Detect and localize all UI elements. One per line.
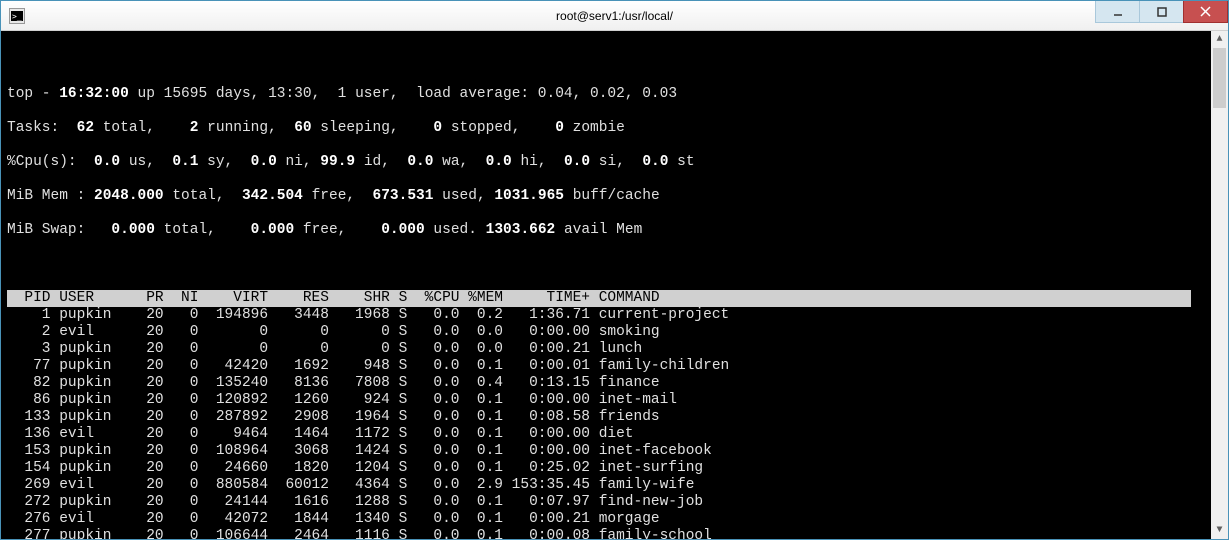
process-table-body: 1 pupkin 20 0 194896 3448 1968 S 0.0 0.2…	[7, 307, 1210, 539]
process-row: 2 evil 20 0 0 0 0 S 0.0 0.0 0:00.00 smok…	[7, 324, 1210, 341]
window-controls	[1096, 1, 1228, 30]
process-row: 136 evil 20 0 9464 1464 1172 S 0.0 0.1 0…	[7, 426, 1210, 443]
process-row: 133 pupkin 20 0 287892 2908 1964 S 0.0 0…	[7, 409, 1210, 426]
scroll-track[interactable]	[1211, 48, 1228, 522]
maximize-icon	[1157, 7, 1167, 17]
minimize-button[interactable]	[1095, 1, 1140, 23]
process-table-header: PID USER PR NI VIRT RES SHR S %CPU %MEM …	[7, 290, 1191, 307]
maximize-button[interactable]	[1139, 1, 1184, 23]
scrollbar[interactable]: ▲ ▼	[1211, 31, 1228, 539]
summary-line-5: MiB Swap: 0.000 total, 0.000 free, 0.000…	[7, 222, 1210, 239]
close-icon	[1200, 6, 1211, 17]
process-row: 272 pupkin 20 0 24144 1616 1288 S 0.0 0.…	[7, 494, 1210, 511]
window-title: root@serv1:/usr/local/	[556, 9, 673, 23]
svg-text:>_: >_	[12, 12, 22, 21]
terminal-body[interactable]: top - 16:32:00 up 15695 days, 13:30, 1 u…	[1, 31, 1228, 539]
chevron-up-icon: ▲	[1216, 31, 1222, 48]
process-row: 277 pupkin 20 0 106644 2464 1116 S 0.0 0…	[7, 528, 1210, 539]
scroll-thumb[interactable]	[1213, 48, 1226, 108]
top-summary: top - 16:32:00 up 15695 days, 13:30, 1 u…	[7, 69, 1210, 539]
process-row: 154 pupkin 20 0 24660 1820 1204 S 0.0 0.…	[7, 460, 1210, 477]
summary-line-3: %Cpu(s): 0.0 us, 0.1 sy, 0.0 ni, 99.9 id…	[7, 154, 1210, 171]
summary-line-2: Tasks: 62 total, 2 running, 60 sleeping,…	[7, 120, 1210, 137]
process-row: 1 pupkin 20 0 194896 3448 1968 S 0.0 0.2…	[7, 307, 1210, 324]
process-row: 77 pupkin 20 0 42420 1692 948 S 0.0 0.1 …	[7, 358, 1210, 375]
process-row: 153 pupkin 20 0 108964 3068 1424 S 0.0 0…	[7, 443, 1210, 460]
minimize-icon	[1113, 7, 1123, 17]
process-row: 276 evil 20 0 42072 1844 1340 S 0.0 0.1 …	[7, 511, 1210, 528]
chevron-down-icon: ▼	[1216, 522, 1222, 539]
process-row: 269 evil 20 0 880584 60012 4364 S 0.0 2.…	[7, 477, 1210, 494]
summary-line-4: MiB Mem : 2048.000 total, 342.504 free, …	[7, 188, 1210, 205]
scroll-up-button[interactable]: ▲	[1211, 31, 1228, 48]
scroll-down-button[interactable]: ▼	[1211, 522, 1228, 539]
titlebar[interactable]: >_ root@serv1:/usr/local/	[1, 1, 1228, 31]
process-row: 82 pupkin 20 0 135240 8136 7808 S 0.0 0.…	[7, 375, 1210, 392]
terminal-window: >_ root@serv1:/usr/local/ top - 16:32:00…	[0, 0, 1229, 540]
terminal-icon: >_	[9, 8, 25, 24]
process-row: 86 pupkin 20 0 120892 1260 924 S 0.0 0.1…	[7, 392, 1210, 409]
summary-line-1: top - 16:32:00 up 15695 days, 13:30, 1 u…	[7, 86, 1210, 103]
process-row: 3 pupkin 20 0 0 0 0 S 0.0 0.0 0:00.21 lu…	[7, 341, 1210, 358]
close-button[interactable]	[1183, 1, 1228, 23]
